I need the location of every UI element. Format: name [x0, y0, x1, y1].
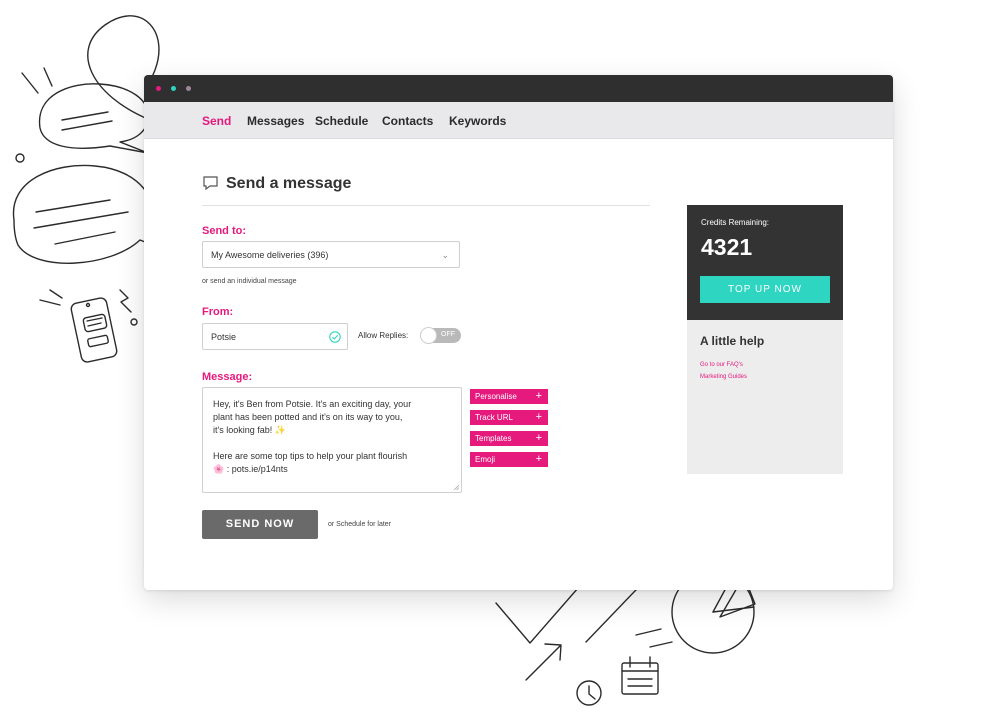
credits-panel: Credits Remaining: 4321 TOP UP NOW [687, 205, 843, 320]
recipient-select[interactable]: My Awesome deliveries (396) ⌄ [202, 241, 460, 268]
message-line: Hey, it's Ben from Potsie. It's an excit… [213, 399, 412, 409]
plus-icon: + [535, 411, 542, 423]
message-line: it's looking fab! ✨ [213, 425, 286, 435]
send-now-button[interactable]: SEND NOW [202, 510, 318, 539]
nav-item-keywords[interactable]: Keywords [449, 114, 506, 128]
message-textarea[interactable]: Hey, it's Ben from Potsie. It's an excit… [202, 387, 462, 493]
main-nav: Send Messages Schedule Contacts Keywords [144, 102, 893, 139]
from-label: From: [202, 306, 234, 318]
from-field-value: Potsie [211, 332, 237, 342]
calendar-doodle [621, 656, 659, 695]
plus-icon: + [535, 390, 542, 402]
toggle-knob [420, 327, 437, 344]
emoji-button[interactable]: Emoji + [470, 452, 548, 467]
faq-link[interactable]: Go to our FAQ's [700, 362, 743, 368]
from-field[interactable]: Potsie [202, 323, 348, 350]
help-panel: A little help Go to our FAQ's Marketing … [687, 320, 843, 474]
title-bar [144, 75, 893, 102]
emoji-button-label: Emoji [475, 455, 496, 464]
credits-label: Credits Remaining: [701, 218, 770, 227]
chevron-down-icon: ⌄ [441, 250, 449, 260]
message-label: Message: [202, 371, 253, 383]
resize-grip-icon[interactable] [453, 484, 459, 490]
check-circle-icon [329, 331, 341, 343]
allow-replies-toggle[interactable]: OFF [420, 327, 461, 344]
plus-icon: + [535, 432, 542, 444]
message-line: plant has been potted and it's on its wa… [213, 412, 403, 422]
schedule-later-link[interactable]: or Schedule for later [328, 521, 391, 528]
nav-item-send[interactable]: Send [202, 114, 231, 128]
main-content: Send a message Send to: My Awesome deliv… [144, 139, 893, 590]
clock-doodle [576, 680, 602, 706]
plus-icon: + [535, 453, 542, 465]
credits-value: 4321 [701, 234, 753, 260]
app-window: Send Messages Schedule Contacts Keywords… [144, 75, 893, 590]
templates-button-label: Templates [475, 434, 512, 443]
allow-replies-label: Allow Replies: [358, 331, 409, 340]
personalise-button-label: Personalise [475, 392, 517, 401]
divider [202, 205, 650, 206]
nav-item-schedule[interactable]: Schedule [315, 114, 368, 128]
speech-bubble-small-doodle [21, 67, 149, 154]
nav-item-messages[interactable]: Messages [247, 114, 304, 128]
help-title: A little help [700, 334, 765, 348]
chat-bubble-icon [202, 175, 219, 195]
top-up-button[interactable]: TOP UP NOW [700, 276, 830, 303]
message-line: Here are some top tips to help your plan… [213, 451, 408, 461]
track-url-button-label: Track URL [475, 413, 513, 422]
window-dot-icon[interactable] [171, 86, 176, 91]
send-to-label: Send to: [202, 225, 246, 237]
nav-item-contacts[interactable]: Contacts [382, 114, 433, 128]
track-url-button[interactable]: Track URL + [470, 410, 548, 425]
templates-button[interactable]: Templates + [470, 431, 548, 446]
personalise-button[interactable]: Personalise + [470, 389, 548, 404]
window-dot-icon[interactable] [156, 86, 161, 91]
recipient-select-value: My Awesome deliveries (396) [211, 250, 329, 260]
toggle-state-text: OFF [441, 331, 455, 338]
individual-message-link[interactable]: or send an individual message [202, 278, 297, 285]
page-title: Send a message [226, 175, 352, 192]
message-line: 🌸 : pots.ie/p14nts [213, 464, 288, 474]
window-dot-icon[interactable] [186, 86, 191, 91]
phone-doodle [39, 289, 138, 363]
circle-doodle [15, 153, 25, 163]
marketing-guides-link[interactable]: Marketing Guides [700, 374, 747, 380]
